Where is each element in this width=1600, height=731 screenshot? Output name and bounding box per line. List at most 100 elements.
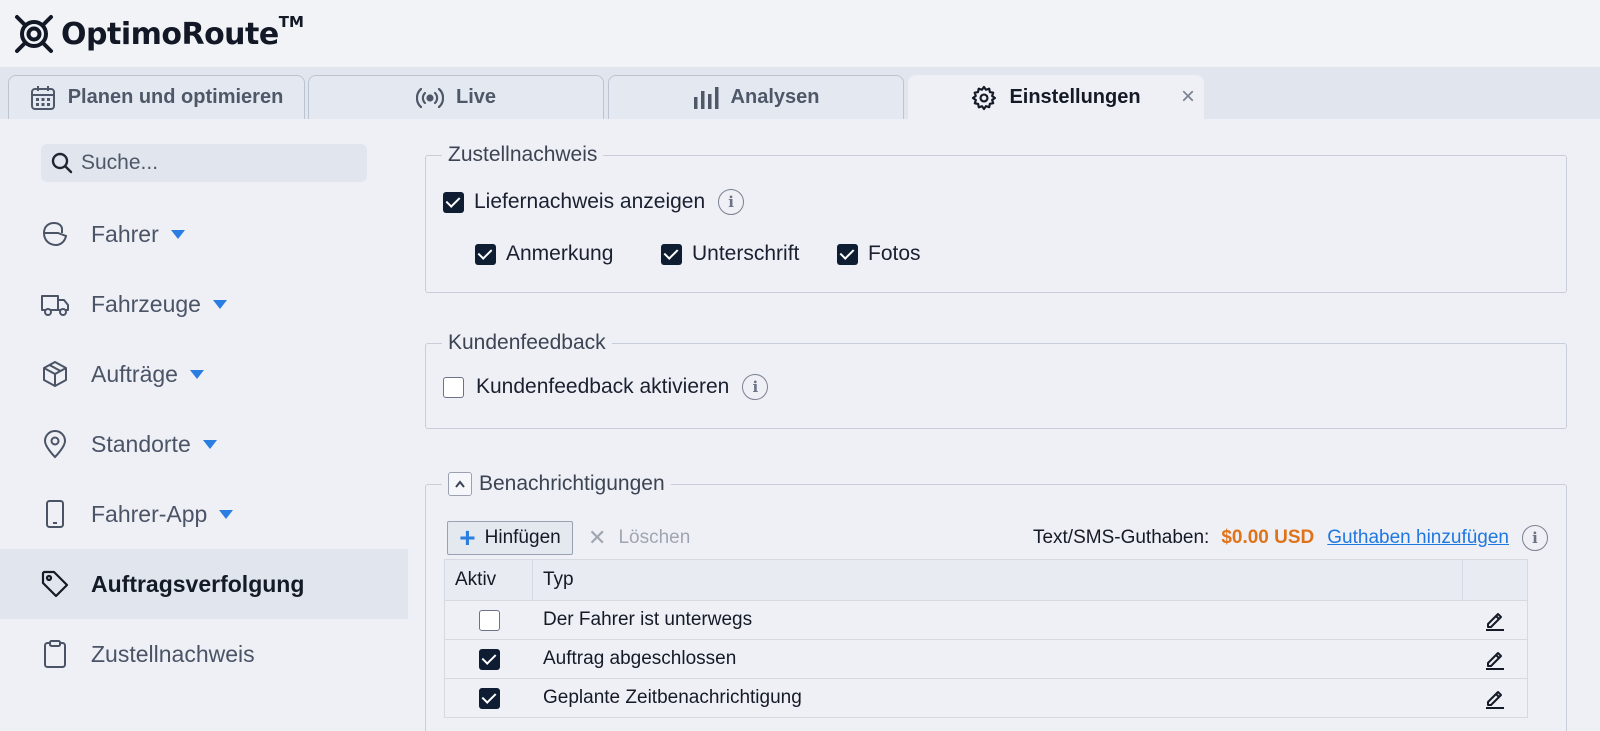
unterschrift-checkbox[interactable]: [661, 243, 682, 265]
search-box[interactable]: [41, 144, 367, 182]
tab-bar: Planen und optimieren Live Analysen Eins…: [0, 67, 1600, 119]
tab-label: Analysen: [730, 86, 820, 108]
show-proof-label: Liefernachweis anzeigen: [474, 190, 706, 213]
gear-icon: [972, 85, 997, 110]
sidebar-item-auftraege[interactable]: Aufträge: [0, 339, 408, 409]
sidebar-item-standorte[interactable]: Standorte: [0, 409, 408, 479]
panel-title: Zustellnachweis: [442, 141, 604, 169]
edit-button[interactable]: [1463, 609, 1527, 631]
sidebar-item-label: Fahrer: [91, 220, 159, 247]
sidebar-item-fahrer[interactable]: Fahrer: [0, 199, 408, 269]
info-icon[interactable]: i: [742, 374, 769, 400]
pencil-icon: [1486, 652, 1504, 670]
sidebar-item-label: Fahrer-App: [91, 500, 208, 527]
panel-title: Benachrichtigungen: [479, 472, 665, 495]
plus-icon: +: [459, 522, 476, 553]
sidebar: Fahrer Fahrzeuge Aufträge Standorte: [0, 119, 408, 731]
enable-feedback-row: Kundenfeedback aktivieren i: [443, 374, 769, 400]
tab-planen-und-optimieren[interactable]: Planen und optimieren: [8, 75, 305, 119]
close-icon[interactable]: ×: [1181, 85, 1195, 109]
caret-down-icon[interactable]: [189, 369, 204, 379]
anmerkung-checkbox[interactable]: [475, 243, 496, 265]
enable-feedback-label: Kundenfeedback aktivieren: [476, 375, 730, 398]
option-label: Fotos: [868, 242, 921, 265]
enable-feedback-checkbox[interactable]: [443, 376, 464, 398]
row-type: Geplante Zeitbenachrichtigung: [543, 687, 802, 708]
add-notification-button[interactable]: + Hinfügen: [447, 521, 573, 555]
search-icon: [51, 152, 73, 174]
map-pin-icon: [43, 430, 67, 459]
sidebar-item-fahrzeuge[interactable]: Fahrzeuge: [0, 269, 408, 339]
row-type: Auftrag abgeschlossen: [543, 648, 737, 669]
calendar-icon: [30, 85, 55, 110]
driver-icon: [43, 221, 68, 247]
sidebar-item-fahrer-app[interactable]: Fahrer-App: [0, 479, 408, 549]
app-logo[interactable]: OptimoRoute TM: [12, 12, 304, 56]
info-icon[interactable]: i: [1522, 525, 1548, 551]
column-header-actions: [1463, 560, 1527, 600]
row-active-checkbox[interactable]: [478, 609, 500, 631]
table-row[interactable]: Geplante Zeitbenachrichtigung: [444, 679, 1528, 718]
credit-amount: $0.00 USD: [1221, 527, 1315, 548]
table-row[interactable]: Auftrag abgeschlossen: [444, 640, 1528, 679]
app-trademark: TM: [278, 13, 304, 31]
search-input[interactable]: [81, 151, 341, 175]
option-unterschrift: Unterschrift: [661, 242, 799, 266]
delete-notification-button[interactable]: ✕ Löschen: [588, 521, 690, 555]
sms-credit: Text/SMS-Guthaben: $0.00 USD Guthaben hi…: [1033, 521, 1548, 555]
customer-feedback-panel: Kundenfeedback Kundenfeedback aktivieren…: [425, 329, 1567, 429]
credit-label: Text/SMS-Guthaben:: [1032, 527, 1210, 548]
truck-icon: [41, 295, 69, 316]
broadcast-icon: [415, 87, 444, 108]
bar-chart-icon: [693, 86, 719, 109]
tab-label: Planen und optimieren: [67, 86, 284, 108]
option-label: Anmerkung: [506, 242, 614, 265]
panel-title: Kundenfeedback: [442, 329, 612, 357]
panel-title-wrap: Benachrichtigungen: [442, 470, 671, 498]
delete-label: Löschen: [618, 527, 691, 548]
add-credit-link[interactable]: Guthaben hinzufügen: [1327, 527, 1509, 549]
caret-down-icon[interactable]: [170, 229, 185, 239]
notifications-panel: Benachrichtigungen + Hinfügen ✕ Löschen …: [425, 470, 1567, 731]
sidebar-item-label: Zustellnachweis: [91, 640, 255, 667]
caret-down-icon[interactable]: [212, 299, 227, 309]
sidebar-item-label: Standorte: [91, 430, 191, 457]
caret-down-icon[interactable]: [202, 439, 217, 449]
logo-icon: [15, 15, 53, 53]
notifications-table: Aktiv Typ Der Fahrer ist unterwegs Auftr…: [444, 559, 1528, 718]
show-proof-checkbox[interactable]: [443, 191, 464, 213]
caret-down-icon[interactable]: [219, 509, 234, 519]
tab-label: Einstellungen: [1009, 86, 1141, 108]
table-header: Aktiv Typ: [444, 559, 1528, 601]
collapse-button[interactable]: [448, 472, 472, 496]
tab-einstellungen[interactable]: Einstellungen ×: [908, 75, 1204, 119]
option-anmerkung: Anmerkung: [475, 242, 613, 266]
sidebar-item-zustellnachweis[interactable]: Zustellnachweis: [0, 619, 408, 689]
app-name: OptimoRoute: [61, 16, 279, 52]
tag-icon: [41, 570, 69, 598]
column-header-active[interactable]: Aktiv: [445, 560, 533, 600]
column-header-type[interactable]: Typ: [533, 560, 1463, 600]
sidebar-item-label: Aufträge: [91, 360, 178, 387]
row-active-checkbox[interactable]: [478, 648, 500, 670]
package-icon: [43, 361, 67, 387]
proof-of-delivery-panel: Zustellnachweis Liefernachweis anzeigen …: [425, 141, 1567, 293]
table-row[interactable]: Der Fahrer ist unterwegs: [444, 601, 1528, 640]
pencil-icon: [1486, 613, 1504, 631]
show-proof-row: Liefernachweis anzeigen i: [443, 189, 745, 215]
info-icon[interactable]: i: [718, 189, 745, 215]
clipboard-icon: [44, 640, 66, 668]
tab-label: Live: [455, 86, 497, 108]
row-active-checkbox[interactable]: [478, 687, 500, 709]
edit-button[interactable]: [1463, 687, 1527, 709]
sidebar-item-auftragsverfolgung[interactable]: Auftragsverfolgung: [0, 549, 408, 619]
edit-button[interactable]: [1463, 648, 1527, 670]
option-fotos: Fotos: [837, 242, 921, 266]
row-type: Der Fahrer ist unterwegs: [543, 609, 753, 630]
tab-live[interactable]: Live: [308, 75, 604, 119]
close-icon: ✕: [588, 525, 607, 550]
tab-analysen[interactable]: Analysen: [608, 75, 904, 119]
app-header: OptimoRoute TM: [0, 0, 1600, 67]
add-label: Hinfügen: [484, 527, 561, 548]
fotos-checkbox[interactable]: [837, 243, 858, 265]
